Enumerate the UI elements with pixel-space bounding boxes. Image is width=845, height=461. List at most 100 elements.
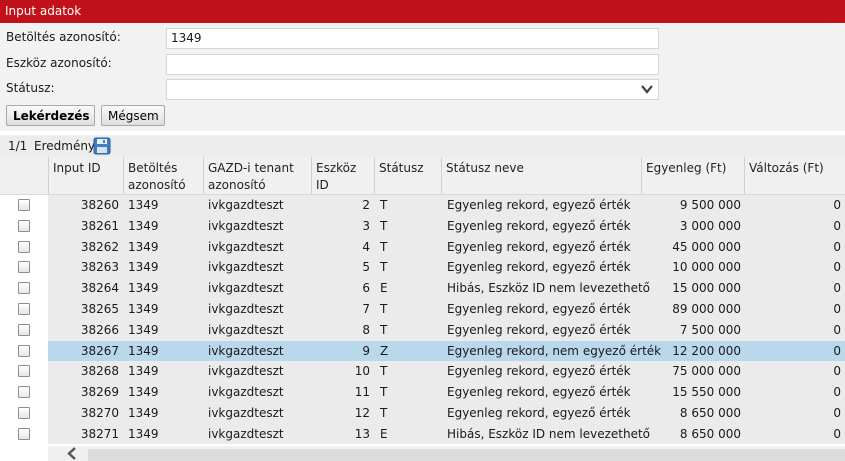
row-checkbox[interactable]: [18, 282, 30, 295]
cell-tenant: ivkgazdteszt: [208, 218, 284, 233]
table-row[interactable]: 38269 1349 ivkgazdteszt 11 T Egyenleg rekord,…: [0, 382, 845, 404]
cell-statusz-neve: Egyenleg rekord, egyező érték: [447, 302, 631, 316]
table-row[interactable]: 38265 1349 ivkgazdteszt 7 T Egyenleg rekord, …: [0, 299, 845, 320]
table-row[interactable]: 38267 1349 ivkgazdteszt 9 Z Egyenleg rekord, …: [0, 340, 845, 362]
cell-egyenleg: 75 000 000: [672, 364, 741, 379]
cell-tenant: ivkgazdteszt: [208, 302, 284, 316]
cell-betoltes: 1349: [128, 343, 159, 358]
cell-statusz-neve: Egyenleg rekord, egyező érték: [447, 239, 631, 254]
cell-input-id: 38263: [80, 260, 119, 275]
row-checkbox[interactable]: [18, 240, 30, 253]
cell-eszkoz: 3: [362, 218, 370, 233]
table-row[interactable]: 38264 1349 ivkgazdteszt 6 E Hibás, Eszköz ID …: [0, 278, 845, 300]
cell-valtozas: 0: [833, 385, 841, 400]
cell-valtozas: 0: [833, 302, 841, 316]
query-button[interactable]: Lekérdezés: [6, 105, 95, 126]
cell-input-id: 38261: [80, 218, 119, 233]
eszkoz-input[interactable]: [166, 54, 659, 75]
row-checkbox[interactable]: [18, 407, 30, 419]
cell-valtozas: 0: [833, 239, 841, 254]
cell-egyenleg: 15 000 000: [672, 281, 741, 296]
cell-betoltes: 1349: [128, 322, 159, 337]
cell-betoltes: 1349: [128, 218, 159, 233]
cell-tenant: ivkgazdteszt: [208, 426, 284, 441]
cell-tenant: ivkgazdteszt: [208, 239, 284, 254]
betoltes-label: Betöltés azonosító:: [6, 30, 121, 44]
cell-eszkoz: 12: [354, 406, 370, 420]
row-checkbox[interactable]: [18, 323, 30, 336]
col-input-id[interactable]: Input ID: [48, 157, 123, 194]
cell-eszkoz: 10: [354, 364, 370, 379]
cell-statusz: E: [380, 281, 388, 296]
cell-egyenleg: 12 200 000: [672, 343, 741, 358]
cell-input-id: 38271: [80, 426, 119, 441]
table-row[interactable]: 38260 1349 ivkgazdteszt 2 T Egyenleg rekord, …: [0, 195, 845, 216]
table-row[interactable]: 38266 1349 ivkgazdteszt 8 T Egyenleg rekord, …: [0, 319, 845, 341]
cell-valtozas: 0: [833, 281, 841, 296]
cell-egyenleg: 15 550 000: [672, 385, 741, 400]
row-checkbox[interactable]: [18, 365, 30, 378]
cell-statusz-neve: Egyenleg rekord, egyező érték: [447, 364, 631, 379]
col-betoltes[interactable]: Betöltés azonosító: [123, 157, 203, 194]
row-checkbox[interactable]: [18, 199, 30, 211]
betoltes-row: Betöltés azonosító: 1349: [0, 26, 845, 51]
cell-eszkoz: 2: [362, 198, 370, 212]
cell-input-id: 38267: [80, 343, 119, 358]
cell-eszkoz: 4: [362, 239, 370, 254]
cell-betoltes: 1349: [128, 281, 159, 296]
cell-input-id: 38268: [80, 364, 119, 379]
cell-egyenleg: 8 650 000: [679, 426, 741, 441]
panel-title: Input adatok: [0, 0, 845, 23]
scrollbar-thumb[interactable]: [88, 449, 845, 461]
cell-statusz: T: [380, 364, 388, 379]
col-tenant[interactable]: GAZD-i tenant azonosító: [203, 157, 311, 194]
save-icon[interactable]: [93, 137, 111, 155]
cell-statusz-neve: Hibás, Eszköz ID nem levezethető: [447, 281, 651, 296]
cell-tenant: ivkgazdteszt: [208, 343, 284, 358]
row-checkbox[interactable]: [18, 303, 30, 315]
row-checkbox[interactable]: [18, 219, 30, 232]
eszkoz-label: Eszköz azonosító:: [6, 56, 112, 70]
table-row[interactable]: 38268 1349 ivkgazdteszt 10 T Egyenleg rekord,…: [0, 361, 845, 383]
cell-valtozas: 0: [833, 322, 841, 337]
cell-tenant: ivkgazdteszt: [208, 406, 284, 420]
betoltes-input[interactable]: 1349: [166, 28, 659, 49]
col-egyenleg[interactable]: Egyenleg (Ft): [641, 157, 744, 194]
table-row[interactable]: 38261 1349 ivkgazdteszt 3 T Egyenleg rekord, …: [0, 215, 845, 237]
cell-eszkoz: 11: [354, 385, 370, 400]
row-checkbox[interactable]: [18, 344, 30, 357]
table-row[interactable]: 38270 1349 ivkgazdteszt 12 T Egyenleg rekord,…: [0, 403, 845, 424]
row-checkbox[interactable]: [18, 386, 30, 399]
horizontal-scrollbar[interactable]: [0, 444, 845, 461]
col-statusz[interactable]: Státusz: [374, 157, 441, 194]
cell-tenant: ivkgazdteszt: [208, 385, 284, 400]
table-row[interactable]: 38271 1349 ivkgazdteszt 13 E Hibás, Eszköz ID…: [0, 423, 845, 445]
cell-eszkoz: 8: [362, 322, 370, 337]
cancel-button[interactable]: Mégsem: [101, 105, 165, 126]
table-row[interactable]: 38262 1349 ivkgazdteszt 4 T Egyenleg rekord, …: [0, 236, 845, 258]
cell-betoltes: 1349: [128, 198, 159, 212]
col-eszkoz[interactable]: Eszköz ID: [311, 157, 374, 194]
cell-input-id: 38270: [80, 406, 119, 420]
cell-statusz: T: [380, 198, 388, 212]
cell-egyenleg: 89 000 000: [672, 302, 741, 316]
cell-statusz-neve: Egyenleg rekord, egyező érték: [447, 260, 631, 275]
cell-egyenleg: 7 500 000: [679, 322, 741, 337]
cell-tenant: ivkgazdteszt: [208, 281, 284, 296]
col-statusz-neve[interactable]: Státusz neve: [441, 157, 641, 194]
cell-input-id: 38260: [80, 198, 119, 212]
cell-egyenleg: 3 000 000: [679, 218, 741, 233]
row-checkbox[interactable]: [18, 427, 30, 440]
col-valtozas[interactable]: Változás (Ft): [744, 157, 845, 194]
results-grid: Input ID Betöltés azonosító GAZD-i tenan…: [0, 157, 845, 445]
cell-statusz: T: [380, 406, 388, 420]
statusz-select[interactable]: [166, 79, 659, 100]
row-checkbox[interactable]: [18, 261, 30, 274]
chevron-down-icon[interactable]: [640, 81, 654, 97]
cell-egyenleg: 45 000 000: [672, 239, 741, 254]
chevron-left-icon[interactable]: [64, 446, 80, 461]
cell-egyenleg: 8 650 000: [679, 406, 741, 420]
cell-betoltes: 1349: [128, 385, 159, 400]
cell-tenant: ivkgazdteszt: [208, 364, 284, 379]
table-row[interactable]: 38263 1349 ivkgazdteszt 5 T Egyenleg rekord, …: [0, 257, 845, 279]
